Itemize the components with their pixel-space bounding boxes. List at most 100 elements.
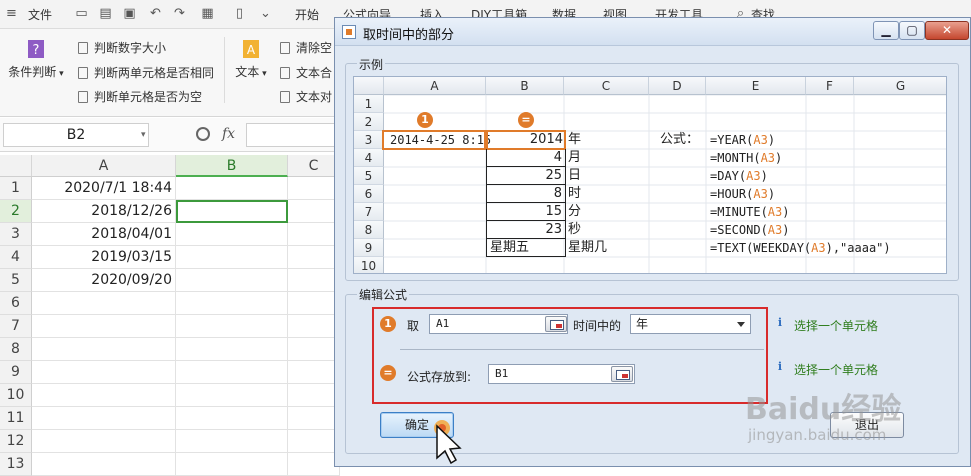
cell-a[interactable] xyxy=(32,430,176,453)
cell-b[interactable] xyxy=(176,269,288,292)
cell-c[interactable] xyxy=(288,246,340,269)
cell-a[interactable] xyxy=(32,315,176,338)
row-header[interactable]: 5 xyxy=(0,269,32,292)
row-header[interactable]: 12 xyxy=(0,430,32,453)
cell-b[interactable] xyxy=(176,246,288,269)
cell-b[interactable] xyxy=(176,223,288,246)
cell-c[interactable] xyxy=(288,223,340,246)
cell-c[interactable] xyxy=(288,384,340,407)
cell-b[interactable] xyxy=(176,453,288,476)
active-cell-b2[interactable] xyxy=(176,200,288,223)
cell-a[interactable] xyxy=(32,407,176,430)
ribbon-item-cell-empty[interactable]: 判断单元格是否为空 xyxy=(78,88,202,105)
file-menu[interactable]: 文件 xyxy=(28,6,52,23)
ribbon-item-clear-space[interactable]: 清除空 xyxy=(280,39,332,56)
cell-a[interactable] xyxy=(32,361,176,384)
cell-c[interactable] xyxy=(288,361,340,384)
example-c-unit: 秒 xyxy=(568,222,582,237)
redo-icon[interactable]: ↷ xyxy=(172,6,187,21)
cell-b[interactable] xyxy=(176,315,288,338)
cell-c[interactable] xyxy=(288,407,340,430)
cell-a[interactable]: 2018/04/01 xyxy=(32,223,176,246)
cell-b[interactable] xyxy=(176,384,288,407)
store-label: 公式存放到: xyxy=(407,370,472,384)
cell-b[interactable] xyxy=(176,361,288,384)
cell-a[interactable] xyxy=(32,384,176,407)
name-box-dropdown-icon[interactable]: ▾ xyxy=(141,130,146,140)
print-icon[interactable]: ▤ xyxy=(98,6,113,21)
cell-a[interactable]: 2020/7/1 18:44 xyxy=(32,177,176,200)
column-header-c[interactable]: C xyxy=(288,155,340,177)
row-header[interactable]: 9 xyxy=(0,361,32,384)
cell-c[interactable] xyxy=(288,292,340,315)
fx-icon[interactable]: fx xyxy=(222,126,235,142)
ribbon-item-text-merge[interactable]: 文本合 xyxy=(280,64,332,81)
cell-b[interactable] xyxy=(176,177,288,200)
column-header-b[interactable]: B xyxy=(176,155,288,177)
row-header[interactable]: 11 xyxy=(0,407,32,430)
cell-c[interactable] xyxy=(288,200,340,223)
row-header[interactable]: 6 xyxy=(0,292,32,315)
minimize-button[interactable]: ▁ xyxy=(873,21,899,40)
ribbon-item-compare-cells[interactable]: 判断两单元格是否相同 xyxy=(78,64,214,81)
cell-b[interactable] xyxy=(176,407,288,430)
open-folder-icon[interactable]: ▭ xyxy=(74,6,89,21)
save-icon[interactable]: ▦ xyxy=(200,6,215,21)
column-header-a[interactable]: A xyxy=(32,155,176,177)
name-box[interactable]: B2 xyxy=(3,123,149,147)
baidu-watermark-logo: Baidu经验 xyxy=(745,392,902,427)
formula-part: =MINUTE( xyxy=(710,205,768,219)
select-all-corner[interactable] xyxy=(0,155,32,177)
example-corner xyxy=(354,77,384,95)
row-header[interactable]: 13 xyxy=(0,453,32,476)
cell-c[interactable] xyxy=(288,269,340,292)
zoom-icon[interactable] xyxy=(196,127,210,141)
cell-a[interactable]: 2020/09/20 xyxy=(32,269,176,292)
dropdown-icon[interactable]: ⌄ xyxy=(258,6,273,21)
cell-c[interactable] xyxy=(288,430,340,453)
store-cell-picker-icon[interactable] xyxy=(611,366,633,382)
cell-a[interactable] xyxy=(32,292,176,315)
ribbon-item-text-compare[interactable]: 文本对 xyxy=(280,88,332,105)
condition-judge-button[interactable]: ? 条件判断 ▾ xyxy=(6,39,66,80)
formula-input[interactable] xyxy=(246,123,346,147)
example-formula: =SECOND(A3) xyxy=(710,221,789,239)
cell-b[interactable] xyxy=(176,338,288,361)
cell-a[interactable] xyxy=(32,338,176,361)
cell-c[interactable] xyxy=(288,177,340,200)
cell-a[interactable]: 2018/12/26 xyxy=(32,200,176,223)
cell-b[interactable] xyxy=(176,430,288,453)
maximize-button[interactable]: ▢ xyxy=(899,21,925,40)
example-formula-label: 公式： xyxy=(660,132,700,147)
preview-icon[interactable]: ▣ xyxy=(122,6,137,21)
cell-a[interactable] xyxy=(32,453,176,476)
text-button[interactable]: A 文本 ▾ xyxy=(232,39,270,80)
close-button[interactable]: ✕ xyxy=(925,21,969,40)
cell-b[interactable] xyxy=(176,292,288,315)
row-header[interactable]: 10 xyxy=(0,384,32,407)
row-header[interactable]: 3 xyxy=(0,223,32,246)
dialog-titlebar[interactable]: 取时间中的部分 ▁ ▢ ✕ xyxy=(335,18,970,46)
row-header[interactable]: 1 xyxy=(0,177,32,200)
time-part-select[interactable]: 年 xyxy=(630,314,751,334)
undo-icon[interactable]: ↶ xyxy=(148,6,163,21)
row-header[interactable]: 2 xyxy=(0,200,32,223)
new-doc-icon[interactable]: ▯ xyxy=(232,6,247,21)
cell-a[interactable]: 2019/03/15 xyxy=(32,246,176,269)
example-b-value: 23 xyxy=(486,221,566,239)
tab-home[interactable]: 开始 xyxy=(295,6,319,23)
row-header[interactable]: 8 xyxy=(0,338,32,361)
take-cell-picker-icon[interactable] xyxy=(545,316,567,332)
menu-icon[interactable]: ≡ xyxy=(4,6,19,21)
formula-part: A3 xyxy=(811,241,826,255)
row-header[interactable]: 7 xyxy=(0,315,32,338)
cell-c[interactable] xyxy=(288,315,340,338)
row-header[interactable]: 4 xyxy=(0,246,32,269)
ribbon-item-compare-numbers[interactable]: 判断数字大小 xyxy=(78,39,166,56)
doc-icon xyxy=(78,67,88,79)
example-row-header: 10 xyxy=(354,257,384,273)
cell-c[interactable] xyxy=(288,338,340,361)
example-row-header: 3 xyxy=(354,131,384,149)
cell-c[interactable] xyxy=(288,453,340,476)
formula-part: A3 xyxy=(753,133,768,147)
